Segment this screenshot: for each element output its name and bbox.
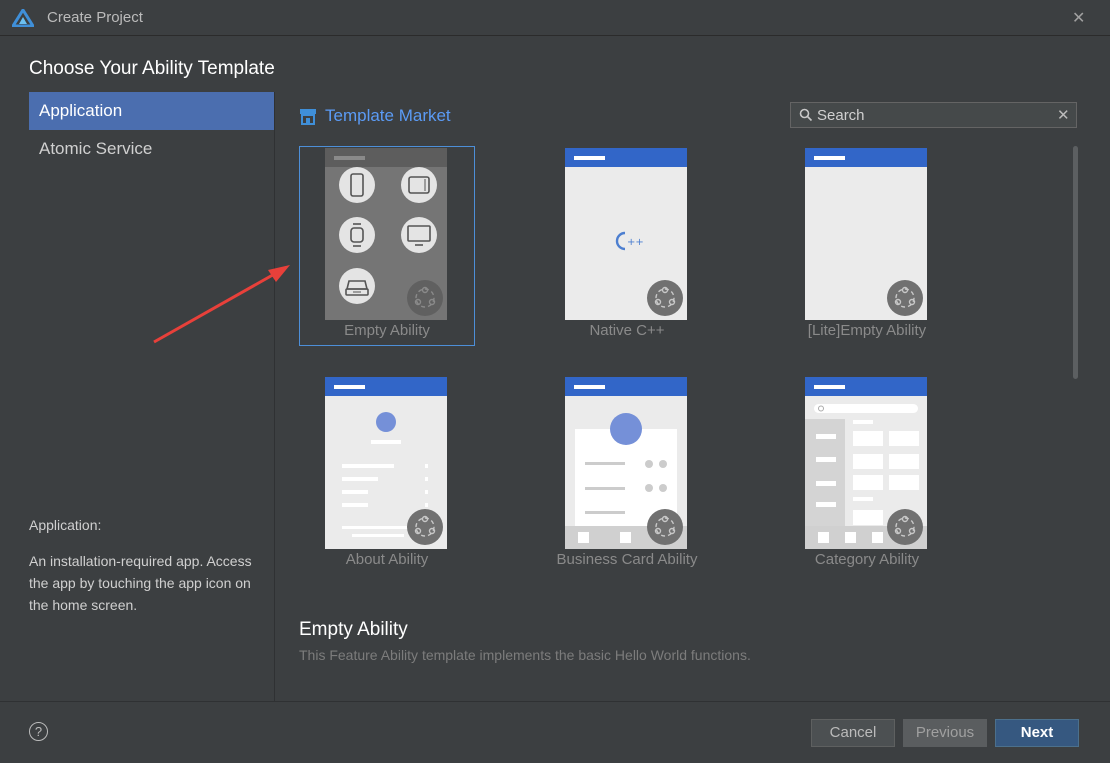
sidebar-item-application[interactable]: Application bbox=[29, 92, 274, 130]
car-device-icon bbox=[339, 268, 375, 304]
template-market-link[interactable]: Template Market bbox=[299, 106, 451, 126]
template-card-category-ability[interactable]: Category Ability bbox=[779, 375, 955, 575]
templates-scrollbar[interactable] bbox=[1073, 146, 1078, 379]
selected-template-title: Empty Ability bbox=[299, 619, 408, 640]
cpp-logo-icon: ++ bbox=[615, 231, 644, 251]
close-icon[interactable]: ✕ bbox=[1072, 8, 1085, 28]
clear-search-icon[interactable]: ✕ bbox=[1057, 106, 1070, 124]
title-bar: Create Project ✕ bbox=[0, 0, 1110, 36]
page-heading: Choose Your Ability Template bbox=[29, 58, 275, 79]
template-label: Native C++ bbox=[589, 322, 665, 339]
help-icon[interactable]: ? bbox=[29, 722, 48, 741]
previous-button[interactable]: Previous bbox=[903, 719, 987, 747]
template-card-native-cpp[interactable]: ++ Native C++ bbox=[539, 146, 715, 346]
template-label: [Lite]Empty Ability bbox=[807, 322, 927, 339]
template-market-label: Template Market bbox=[325, 106, 451, 125]
category-description-title: Application: bbox=[29, 517, 102, 533]
phone-device-icon bbox=[339, 167, 375, 203]
svg-text:++: ++ bbox=[627, 237, 644, 248]
harmony-badge-icon bbox=[647, 280, 683, 316]
category-sidebar: Application Atomic Service bbox=[29, 92, 274, 168]
harmony-badge-icon bbox=[407, 280, 443, 316]
sidebar-item-atomic-service[interactable]: Atomic Service bbox=[29, 130, 274, 168]
tablet-device-icon bbox=[401, 167, 437, 203]
template-preview bbox=[565, 377, 687, 549]
template-preview bbox=[325, 148, 447, 320]
tv-device-icon bbox=[401, 217, 437, 253]
harmony-badge-icon bbox=[647, 509, 683, 545]
template-label: Empty Ability bbox=[344, 322, 430, 339]
template-card-business-card-ability[interactable]: Business Card Ability bbox=[539, 375, 715, 575]
sidebar-divider bbox=[274, 92, 275, 702]
store-icon bbox=[300, 109, 316, 125]
template-card-about-ability[interactable]: About Ability bbox=[299, 375, 475, 575]
template-label: About Ability bbox=[345, 551, 429, 568]
template-preview: ++ bbox=[565, 148, 687, 320]
harmony-badge-icon bbox=[887, 509, 923, 545]
template-preview bbox=[325, 377, 447, 549]
window-title: Create Project bbox=[47, 9, 143, 26]
harmony-badge-icon bbox=[407, 509, 443, 545]
template-preview bbox=[805, 148, 927, 320]
deveco-logo-icon bbox=[12, 9, 34, 27]
template-label: Business Card Ability bbox=[556, 551, 698, 568]
cancel-button[interactable]: Cancel bbox=[811, 719, 895, 747]
template-card-empty-ability[interactable]: Empty Ability bbox=[299, 146, 475, 346]
template-card-lite-empty-ability[interactable]: [Lite]Empty Ability bbox=[779, 146, 955, 346]
template-preview bbox=[805, 377, 927, 549]
watch-device-icon bbox=[339, 217, 375, 253]
search-input[interactable] bbox=[817, 105, 1047, 125]
next-button[interactable]: Next bbox=[995, 719, 1079, 747]
template-label: Category Ability bbox=[814, 551, 920, 568]
search-icon bbox=[799, 108, 813, 122]
category-description: An installation-required app. Access the… bbox=[29, 553, 252, 613]
search-box[interactable]: ✕ bbox=[790, 102, 1077, 128]
annotation-arrow bbox=[153, 265, 290, 344]
selected-template-description: This Feature Ability template implements… bbox=[299, 647, 751, 663]
harmony-badge-icon bbox=[887, 280, 923, 316]
